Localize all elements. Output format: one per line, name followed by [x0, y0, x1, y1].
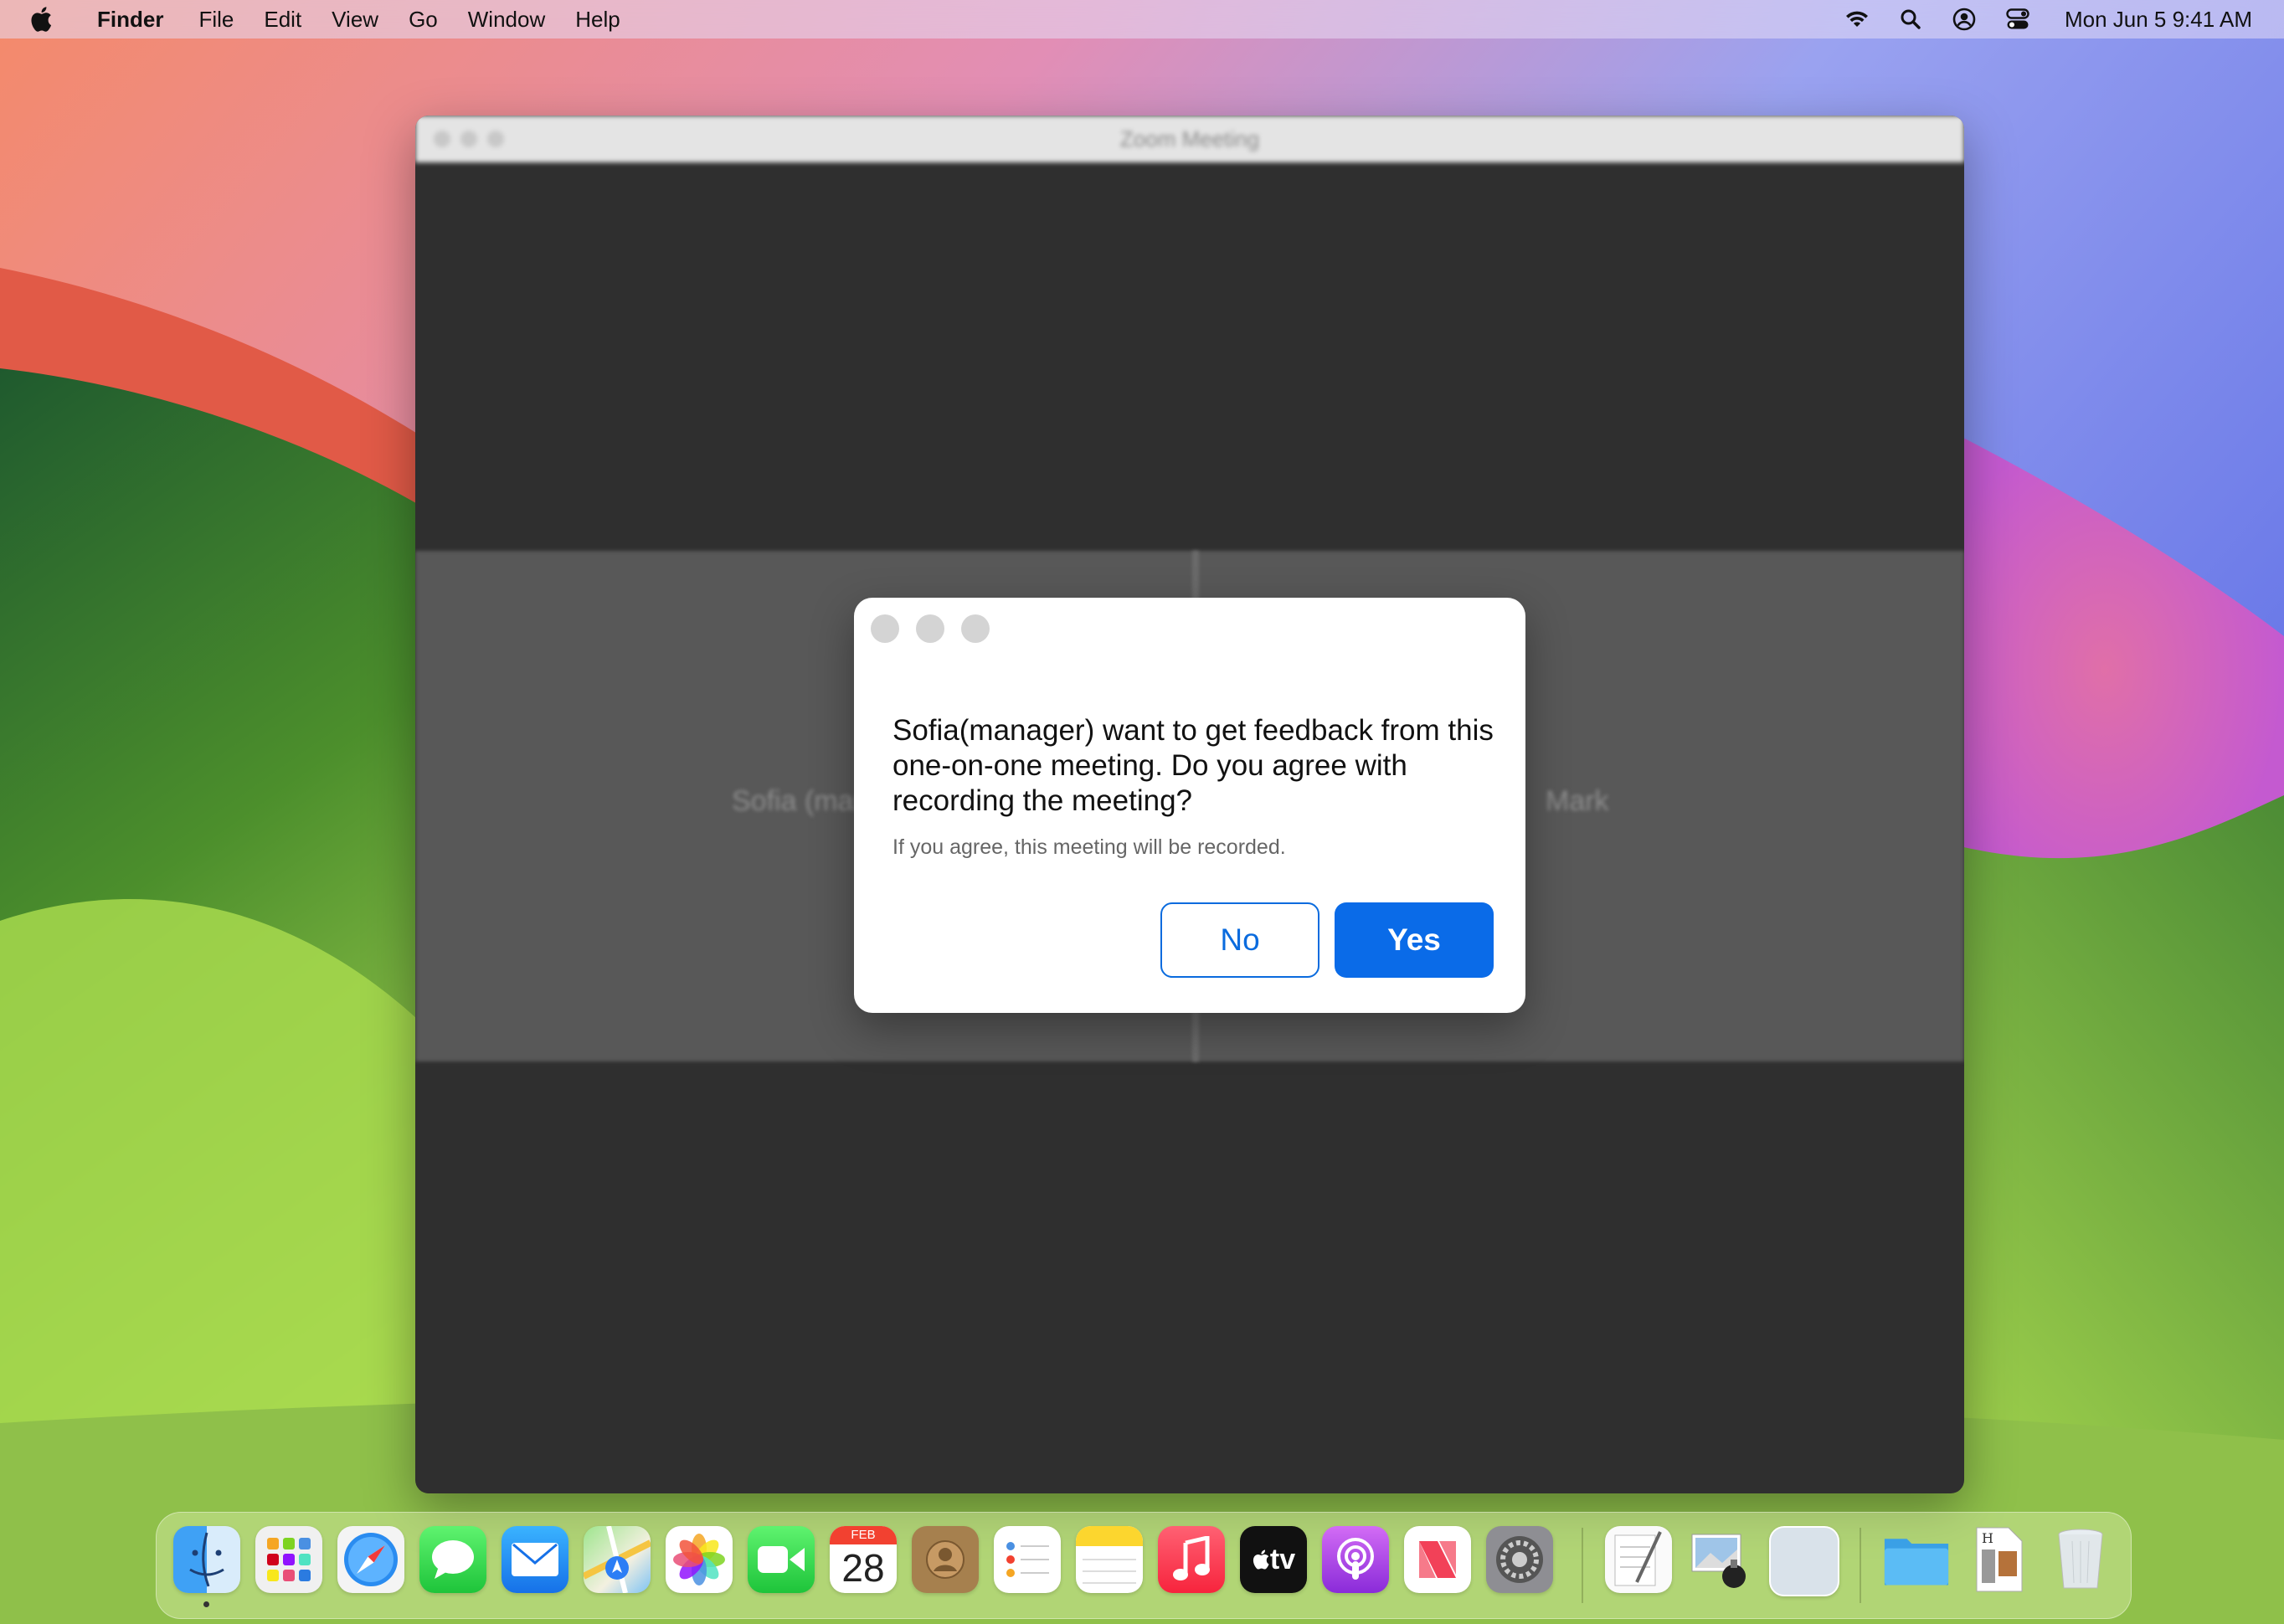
menu-view[interactable]: View: [316, 0, 394, 39]
dock-calendar-icon[interactable]: FEB 28: [830, 1526, 897, 1593]
dialog-close-button[interactable]: [871, 614, 899, 643]
search-icon[interactable]: [1896, 4, 1926, 34]
dock-mail-icon[interactable]: [502, 1526, 568, 1593]
recording-consent-dialog: Sofia(manager) want to get feedback from…: [854, 598, 1525, 1013]
window-close-button[interactable]: [434, 131, 450, 147]
dock-document-icon[interactable]: H: [1965, 1526, 2032, 1593]
finder-running-indicator: [203, 1601, 209, 1607]
svg-text:H: H: [1982, 1530, 1993, 1546]
dock-music-icon[interactable]: [1158, 1526, 1225, 1593]
dock-separator-2: [1860, 1528, 1861, 1603]
dialog-subtitle: If you agree, this meeting will be recor…: [893, 835, 1286, 859]
dialog-message: Sofia(manager) want to get feedback from…: [893, 714, 1494, 817]
dialog-minimize-button[interactable]: [916, 614, 944, 643]
yes-button[interactable]: Yes: [1335, 902, 1494, 978]
dock-safari-icon[interactable]: [337, 1526, 404, 1593]
dock-maps-icon[interactable]: [584, 1526, 651, 1593]
dock-podcasts-icon[interactable]: [1322, 1526, 1389, 1593]
zoom-titlebar: Zoom Meeting: [415, 116, 1964, 162]
menu-clock[interactable]: Mon Jun 5 9:41 AM: [2065, 7, 2252, 33]
dock-textedit-icon[interactable]: [1605, 1526, 1672, 1593]
menu-help[interactable]: Help: [560, 0, 635, 39]
window-zoom-button[interactable]: [487, 131, 504, 147]
dock-facetime-icon[interactable]: [748, 1526, 815, 1593]
dock: FEB 28 tv H: [156, 1512, 2132, 1619]
dock-finder-icon[interactable]: [173, 1526, 240, 1593]
calendar-day: 28: [841, 1546, 885, 1590]
dock-folder-icon[interactable]: [1883, 1526, 1950, 1593]
dock-trash-icon[interactable]: [2047, 1526, 2114, 1593]
menu-bar: Finder File Edit View Go Window Help Mon…: [0, 0, 2284, 39]
dock-tv-icon[interactable]: tv: [1240, 1526, 1307, 1593]
zoom-window-title: Zoom Meeting: [1119, 126, 1260, 152]
tv-label: tv: [1269, 1543, 1296, 1575]
dock-messages-icon[interactable]: [419, 1526, 486, 1593]
dock-reminders-icon[interactable]: [994, 1526, 1061, 1593]
dock-photos-icon[interactable]: [666, 1526, 733, 1593]
dock-contacts-icon[interactable]: [912, 1526, 979, 1593]
window-minimize-button[interactable]: [460, 131, 477, 147]
dock-separator: [1582, 1528, 1583, 1603]
dock-system-settings-icon[interactable]: [1486, 1526, 1553, 1593]
participant-name-mark: Mark: [1546, 785, 1609, 817]
dock-blank-window-icon[interactable]: [1769, 1526, 1839, 1596]
menu-window[interactable]: Window: [453, 0, 560, 39]
wifi-icon[interactable]: [1842, 4, 1872, 34]
dock-launchpad-icon[interactable]: [255, 1526, 322, 1593]
control-center-icon[interactable]: [2003, 4, 2033, 34]
dock-news-icon[interactable]: [1404, 1526, 1471, 1593]
no-button[interactable]: No: [1160, 902, 1319, 978]
dock-preview-icon[interactable]: [1687, 1526, 1754, 1593]
calendar-month: FEB: [830, 1526, 897, 1544]
menu-go[interactable]: Go: [394, 0, 453, 39]
user-icon[interactable]: [1949, 4, 1979, 34]
dock-notes-icon[interactable]: [1076, 1526, 1143, 1593]
apple-menu-icon[interactable]: [27, 5, 55, 33]
menu-file[interactable]: File: [183, 0, 249, 39]
dialog-zoom-button[interactable]: [961, 614, 990, 643]
menu-edit[interactable]: Edit: [249, 0, 316, 39]
app-menu-finder[interactable]: Finder: [77, 0, 183, 39]
